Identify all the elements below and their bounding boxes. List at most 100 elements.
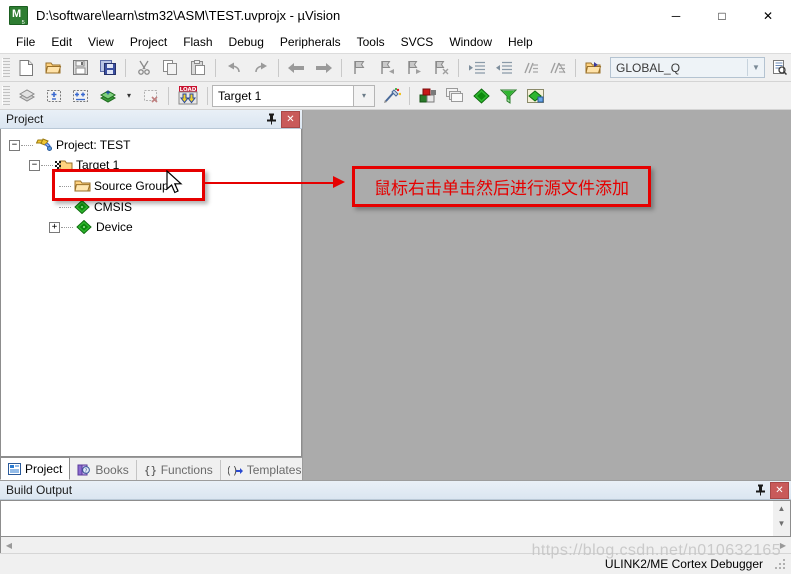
tab-templates-label: Templates [246,463,302,477]
open-file-icon[interactable] [41,56,66,80]
toolbar-separator [168,86,169,105]
tab-functions-label: Functions [160,463,213,477]
expander-icon[interactable]: + [49,221,60,233]
menu-project[interactable]: Project [122,32,175,52]
search-combo[interactable]: GLOBAL_Q ▼ [610,57,765,78]
outdent-icon[interactable] [491,56,516,80]
component-icon [73,199,91,215]
menu-bar: File Edit View Project Flash Debug Perip… [0,31,791,54]
tree-node-label: Project: TEST [56,138,131,152]
maximize-button[interactable]: □ [699,0,745,31]
tree-node-target[interactable]: − Target 1 [1,155,301,175]
paste-icon[interactable] [185,56,210,80]
menu-window[interactable]: Window [441,32,500,52]
target-icon [55,157,73,173]
save-icon[interactable] [68,56,93,80]
target-select-value: Target 1 [218,88,262,103]
menu-view[interactable]: View [80,32,122,52]
expander-icon[interactable]: − [9,139,20,151]
templates-tab-icon: () [228,464,243,476]
menu-peripherals[interactable]: Peripherals [272,32,349,52]
tab-project[interactable]: Project [0,457,71,480]
manage-windows-icon[interactable] [442,84,467,108]
annotation-connector-line [203,182,338,184]
tree-node-project[interactable]: − Project: TEST [1,135,301,155]
title-bar: D:\software\learn\stm32\ASM\TEST.uvprojx… [0,0,791,31]
close-button[interactable]: ✕ [745,0,791,31]
new-file-icon[interactable] [14,56,39,80]
scroll-down-icon[interactable]: ▼ [774,516,789,531]
tree-node-device[interactable]: + Device [1,217,301,237]
toolbar-separator [125,58,126,77]
target-select-arrow[interactable]: ▾ [354,84,375,107]
bookmark-clear-icon[interactable] [428,56,453,80]
cut-icon[interactable] [131,56,156,80]
navigate-forward-icon[interactable] [311,56,336,80]
menu-debug[interactable]: Debug [221,32,272,52]
bookmark-next-icon[interactable] [401,56,426,80]
toolbar-separator [207,86,208,105]
copy-icon[interactable] [158,56,183,80]
toolbar-separator [575,58,576,77]
tab-templates[interactable]: () Templates [221,460,310,480]
toolbar-grip[interactable] [2,58,10,77]
minimize-button[interactable]: ─ [653,0,699,31]
menu-file[interactable]: File [8,32,43,52]
download-icon[interactable]: LOAD [174,84,202,108]
batch-build-dropdown-icon[interactable]: ▾ [122,84,136,108]
translate-file-icon[interactable] [14,84,39,108]
close-icon[interactable]: ✕ [770,481,789,499]
uncomment-icon[interactable] [545,56,570,80]
save-all-icon[interactable] [95,56,120,80]
pin-icon[interactable] [753,483,768,498]
tree-connector [59,206,71,208]
bookmark-toggle-icon[interactable] [347,56,372,80]
undo-icon[interactable] [221,56,246,80]
menu-svcs[interactable]: SVCS [393,32,442,52]
build-output-vscrollbar[interactable]: ▲ ▼ [773,500,791,537]
search-combo-value: GLOBAL_Q [616,60,681,75]
tab-functions[interactable]: {} Functions [137,460,221,480]
stop-build-icon[interactable] [138,84,163,108]
tree-node-cmsis[interactable]: CMSIS [1,197,301,217]
indent-icon[interactable] [464,56,489,80]
open-find-file-icon[interactable] [581,56,606,80]
expander-icon[interactable]: − [29,159,40,171]
batch-build-icon[interactable] [95,84,120,108]
redo-icon[interactable] [248,56,273,80]
target-select[interactable]: Target 1 [212,84,354,107]
watermark: https://blog.csdn.net/n010632165 [531,542,781,559]
menu-tools[interactable]: Tools [349,32,393,52]
toolbar-grip[interactable] [2,86,10,105]
menu-help[interactable]: Help [500,32,541,52]
menu-edit[interactable]: Edit [43,32,80,52]
chevron-down-icon[interactable]: ▼ [747,59,764,76]
project-tree[interactable]: − Project: TEST − Target 1 Source Group … [0,129,302,457]
tree-connector [59,185,71,187]
rebuild-all-icon[interactable] [68,84,93,108]
tab-books[interactable]: ? Books [70,460,137,480]
scroll-left-icon[interactable]: ◀ [1,538,17,553]
configure-filter-icon[interactable] [496,84,521,108]
bookmark-prev-icon[interactable] [374,56,399,80]
close-icon[interactable]: ✕ [281,110,300,128]
window-controls: ─ □ ✕ [653,0,791,31]
navigate-back-icon[interactable] [284,56,309,80]
find-in-files-icon[interactable] [767,56,791,80]
books-tab-icon: ? [77,464,91,476]
close-icon: ✕ [762,8,774,23]
pin-icon[interactable] [264,112,279,127]
multi-project-icon[interactable] [523,84,548,108]
tree-node-source-group[interactable]: Source Group 1 [1,175,301,197]
menu-flash[interactable]: Flash [175,32,220,52]
uvision-window: D:\software\learn\stm32\ASM\TEST.uvprojx… [0,0,791,574]
build-output-text[interactable] [0,500,773,537]
pack-installer-icon[interactable] [469,84,494,108]
target-options-icon[interactable] [379,84,404,108]
build-target-icon[interactable] [41,84,66,108]
comment-icon[interactable] [518,56,543,80]
scroll-up-icon[interactable]: ▲ [774,501,789,516]
chevron-down-icon: ▾ [126,91,131,100]
svg-text:?: ? [85,468,88,474]
manage-components-icon[interactable] [415,84,440,108]
